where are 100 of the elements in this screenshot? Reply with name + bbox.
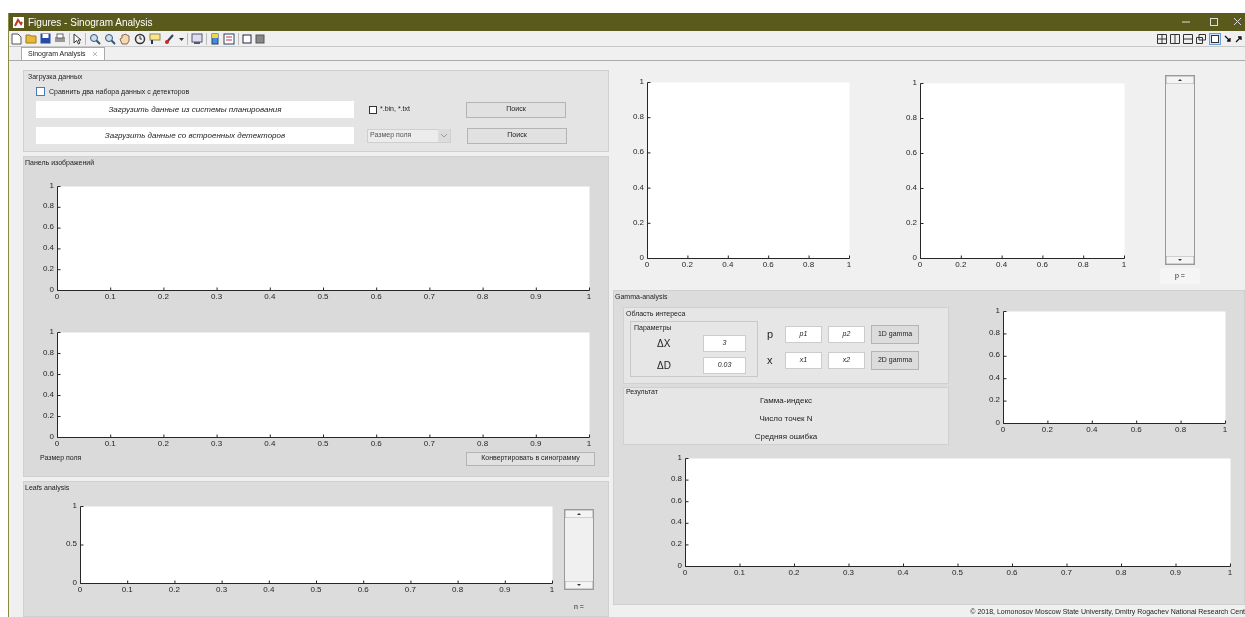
columns-layout-icon[interactable]: [1170, 33, 1180, 44]
p-label: p: [767, 327, 775, 343]
text-box: Загрузить данные из системы планирования: [36, 101, 354, 118]
parameter-label: ΔX: [656, 336, 672, 351]
tick-label: 0.6: [631, 148, 644, 157]
tick-label: 1: [1227, 568, 1233, 577]
window-icon[interactable]: [242, 33, 252, 44]
tick-label: 0: [1000, 425, 1006, 434]
tick-label: 0.8: [477, 439, 489, 448]
tick-label: 0.6: [904, 149, 917, 157]
checkbox[interactable]: [36, 87, 45, 97]
tick-label: 0: [48, 285, 54, 294]
tick-label: 0.6: [1130, 425, 1142, 434]
tick-label: 0.4: [722, 261, 734, 269]
colorbar-icon[interactable]: [210, 32, 220, 45]
tick-label: 0.1: [121, 585, 133, 594]
tick-label: 1: [48, 181, 54, 190]
vertical-scrollbar[interactable]: [564, 508, 594, 590]
grid-layout-icon[interactable]: [1157, 33, 1167, 44]
tick-label: 0.4: [41, 390, 54, 399]
tick-label: 0.1: [104, 439, 116, 448]
tick-label: 0.4: [1086, 425, 1098, 434]
tick-label: 0.3: [211, 439, 223, 448]
scroll-up-icon[interactable]: [1166, 76, 1194, 84]
tick-label: 0.5: [951, 568, 964, 577]
tick-label: 1: [586, 439, 592, 448]
dock-arrow-icon[interactable]: [1224, 34, 1232, 43]
tick-label: 0: [48, 432, 54, 441]
single-layout-icon[interactable]: [1209, 32, 1221, 45]
tick-label: 0.2: [1041, 425, 1053, 434]
tick-label: 0.6: [1006, 568, 1018, 577]
tick-label: 0.4: [263, 585, 275, 594]
tick-label: 0: [71, 578, 77, 587]
parameter-label: ΔD: [656, 358, 672, 373]
tick-label: 0.8: [904, 114, 917, 122]
tick-label: 0.8: [1175, 425, 1187, 434]
tick-label: 0.2: [41, 411, 54, 420]
tick-label: 0: [917, 261, 923, 269]
undock-arrow-icon[interactable]: [1235, 34, 1243, 43]
tick-label: 0.8: [1077, 261, 1089, 269]
tick-label: 0.4: [904, 184, 917, 192]
zoom-in-icon[interactable]: [89, 32, 101, 45]
tick-label: 0.6: [41, 223, 54, 232]
tick-label: 0: [77, 585, 83, 594]
close-icon[interactable]: [1233, 17, 1241, 27]
tick-label: 0.1: [104, 292, 116, 301]
tick-label: 1: [638, 78, 644, 86]
tick-label: 0.7: [404, 585, 416, 594]
tick-label: 0.5: [317, 439, 329, 448]
tick-label: 0.6: [987, 351, 1000, 360]
tick-label: 0.6: [370, 439, 382, 448]
panel-icon[interactable]: [255, 33, 265, 44]
data-cursor-icon[interactable]: [149, 32, 161, 45]
tick-label: 0.2: [41, 264, 54, 273]
tick-label: 0.2: [788, 568, 800, 577]
scroll-down-icon[interactable]: [565, 580, 593, 589]
x-label: x: [767, 353, 774, 369]
tick-label: 1: [846, 261, 852, 269]
tick-label: 0.4: [669, 518, 682, 527]
tick-label: 0.3: [216, 585, 228, 594]
checkbox[interactable]: [369, 105, 377, 114]
result-text: Число точек N: [759, 412, 813, 425]
tick-label: 0.6: [357, 585, 369, 594]
tick-label: 0: [676, 561, 682, 570]
tick-label: 0: [911, 254, 917, 262]
maximize-icon[interactable]: [1209, 17, 1219, 27]
float-layout-icon[interactable]: [1196, 33, 1206, 44]
tick-label: 0: [54, 439, 60, 448]
scroll-down-icon[interactable]: [1166, 256, 1194, 264]
scroll-up-icon[interactable]: [565, 509, 593, 518]
tick-label: 1: [71, 501, 77, 510]
tick-label: 0.3: [842, 568, 855, 577]
legend-icon[interactable]: [223, 32, 235, 45]
pointer-icon[interactable]: [73, 32, 82, 45]
rows-layout-icon[interactable]: [1183, 33, 1193, 44]
tick-label: 0.4: [987, 373, 1000, 382]
result-text: Гамма-индекс: [759, 394, 812, 407]
tick-label: 0.6: [41, 369, 54, 378]
brush-icon[interactable]: [164, 32, 176, 45]
tick-label: 0.4: [264, 439, 276, 448]
tick-label: 0: [994, 418, 1000, 427]
tick-label: 0.8: [803, 261, 815, 269]
new-file-icon[interactable]: [11, 32, 22, 45]
tick-label: 0.6: [370, 292, 382, 301]
tick-label: 0.4: [631, 183, 644, 192]
tick-label: 1: [586, 292, 592, 301]
tick-label: 1: [676, 453, 682, 462]
tick-label: 0.4: [264, 292, 276, 301]
tick-label: 0.2: [631, 218, 644, 227]
vertical-scrollbar[interactable]: [1165, 75, 1195, 265]
tick-label: 0.8: [631, 113, 644, 122]
tick-label: 0.2: [168, 585, 180, 594]
print-icon[interactable]: [54, 33, 66, 44]
app-icon: [13, 16, 24, 28]
save-icon[interactable]: [40, 33, 51, 44]
tick-label: 1: [48, 327, 54, 336]
tick-label: 1: [1222, 425, 1228, 434]
zoom-out-icon[interactable]: [104, 32, 116, 45]
tick-label: 0.2: [681, 261, 693, 269]
tick-label: 0.4: [897, 568, 909, 577]
